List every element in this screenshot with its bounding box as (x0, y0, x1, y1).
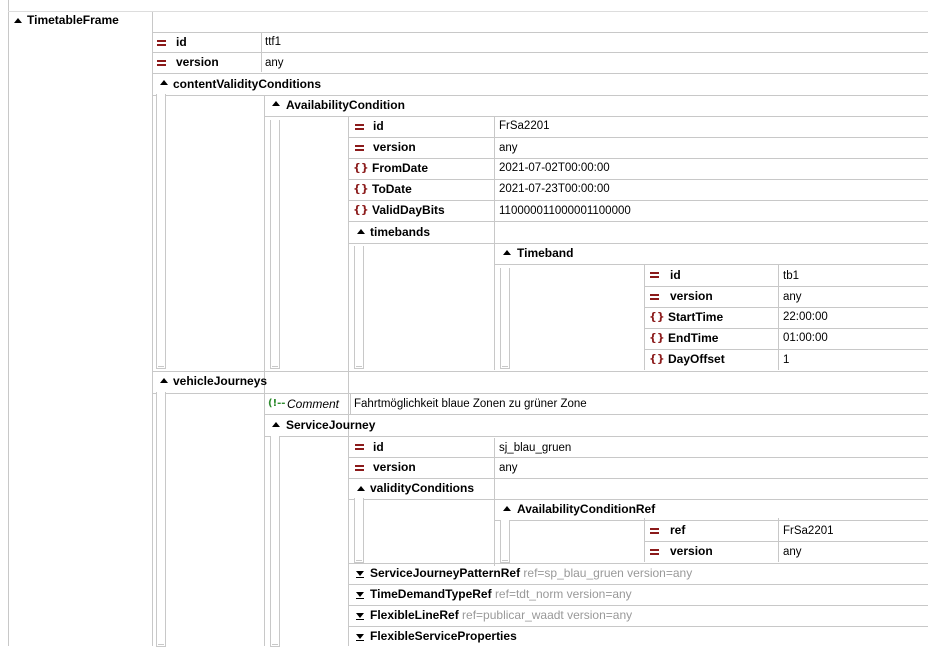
collapse-toggle-icon[interactable] (272, 422, 280, 427)
node-timebands[interactable]: timebands (370, 222, 430, 242)
comment-label: Comment (287, 397, 340, 411)
expand-toggle-icon[interactable] (356, 592, 364, 599)
attr-name: id (373, 440, 384, 454)
collapse-bar[interactable] (500, 268, 510, 369)
expand-toggle-icon[interactable] (356, 634, 364, 641)
element-name: ToDate (372, 182, 412, 196)
collapsed-element[interactable]: ServiceJourneyPatternRef ref=sp_blau_gru… (370, 563, 692, 583)
collapse-toggle-icon[interactable] (14, 18, 22, 23)
element-attrs: ref=sp_blau_gruen version=any (523, 566, 693, 580)
attribute-icon (355, 145, 364, 151)
element-value[interactable]: 1 (783, 350, 789, 370)
collapse-bar[interactable] (354, 498, 364, 563)
attribute-icon (355, 444, 364, 450)
element-name: DayOffset (668, 352, 725, 366)
collapse-bar[interactable] (354, 246, 364, 369)
element-brace-icon: {} (649, 331, 665, 344)
element-name: TimeDemandTypeRef (370, 587, 492, 601)
attr-value[interactable]: any (783, 542, 802, 562)
attribute-icon (157, 60, 166, 66)
expand-toggle-icon[interactable] (356, 571, 364, 578)
attribute-icon (355, 465, 364, 471)
element-brace-icon: {} (649, 310, 665, 323)
attr-name: version (670, 289, 713, 303)
element-name: ValidDayBits (372, 203, 445, 217)
element-brace-icon: {} (353, 203, 369, 216)
node-timetableframe[interactable]: TimetableFrame (27, 10, 119, 30)
attr-value[interactable]: any (499, 458, 518, 478)
attr-value[interactable]: sj_blau_gruen (499, 438, 571, 458)
expand-toggle-icon[interactable] (356, 613, 364, 620)
attr-value[interactable]: ttf1 (265, 32, 281, 52)
attr-name: version (373, 140, 416, 154)
attr-name: version (176, 55, 219, 69)
collapse-toggle-icon[interactable] (357, 486, 365, 491)
element-name: FlexibleLineRef (370, 608, 459, 622)
attribute-icon (355, 124, 364, 130)
attr-name: id (176, 35, 187, 49)
collapse-bar[interactable] (156, 94, 166, 369)
collapse-bar[interactable] (270, 120, 280, 369)
element-name: StartTime (668, 310, 724, 324)
element-name: ServiceJourneyPatternRef (370, 566, 521, 580)
collapse-bar[interactable] (156, 392, 166, 647)
attribute-icon (650, 528, 659, 534)
attr-name: id (670, 268, 681, 282)
node-availabilityconditionref[interactable]: AvailabilityConditionRef (517, 499, 655, 519)
attr-name: ref (670, 523, 686, 537)
element-value[interactable]: 22:00:00 (783, 307, 828, 327)
collapse-bar[interactable] (500, 520, 510, 563)
element-attrs: ref=publicar_waadt version=any (462, 608, 633, 622)
comment-icon: (!-- (268, 398, 286, 409)
attribute-icon (650, 294, 659, 300)
attr-name: id (373, 119, 384, 133)
collapse-toggle-icon[interactable] (160, 378, 168, 383)
element-name: EndTime (668, 331, 719, 345)
node-contentvalidityconditions[interactable]: contentValidityConditions (173, 74, 321, 94)
attr-name: version (670, 544, 713, 558)
attr-value[interactable]: FrSa2201 (783, 521, 834, 541)
node-vehiclejourneys[interactable]: vehicleJourneys (173, 371, 267, 391)
attribute-icon (650, 549, 659, 555)
node-validityconditions[interactable]: validityConditions (370, 478, 474, 498)
collapse-bar[interactable] (270, 436, 280, 647)
element-brace-icon: {} (353, 161, 369, 174)
node-availabilitycondition[interactable]: AvailabilityCondition (286, 95, 405, 115)
element-brace-icon: {} (649, 352, 665, 365)
attr-value[interactable]: any (265, 53, 284, 73)
collapsed-element[interactable]: TimeDemandTypeRef ref=tdt_norm version=a… (370, 584, 632, 604)
collapse-toggle-icon[interactable] (503, 506, 511, 511)
element-attrs: ref=tdt_norm version=any (494, 587, 632, 601)
element-name: FlexibleServiceProperties (370, 629, 517, 643)
attribute-icon (157, 40, 166, 46)
element-value[interactable]: 2021-07-02T00:00:00 (499, 158, 610, 178)
collapsed-element[interactable]: FlexibleLineRef ref=publicar_waadt versi… (370, 605, 632, 625)
attr-value[interactable]: FrSa2201 (499, 116, 550, 136)
element-value[interactable]: 01:00:00 (783, 328, 828, 348)
collapse-toggle-icon[interactable] (272, 101, 280, 106)
element-value[interactable]: 2021-07-23T00:00:00 (499, 179, 610, 199)
node-timeband[interactable]: Timeband (517, 243, 573, 263)
comment-text[interactable]: Fahrtmöglichkeit blaue Zonen zu grüner Z… (354, 394, 587, 414)
collapse-toggle-icon[interactable] (160, 80, 168, 85)
element-value[interactable]: 110000011000001100000 (499, 201, 631, 221)
attr-name: version (373, 460, 416, 474)
attr-value[interactable]: any (499, 138, 518, 158)
attr-value[interactable]: any (783, 287, 802, 307)
element-brace-icon: {} (353, 182, 369, 195)
element-name: FromDate (372, 161, 429, 175)
attr-value[interactable]: tb1 (783, 266, 799, 286)
node-servicejourney[interactable]: ServiceJourney (286, 415, 375, 435)
attribute-icon (650, 272, 659, 278)
collapse-toggle-icon[interactable] (503, 250, 511, 255)
collapsed-element[interactable]: FlexibleServiceProperties (370, 626, 517, 646)
collapse-toggle-icon[interactable] (357, 229, 365, 234)
